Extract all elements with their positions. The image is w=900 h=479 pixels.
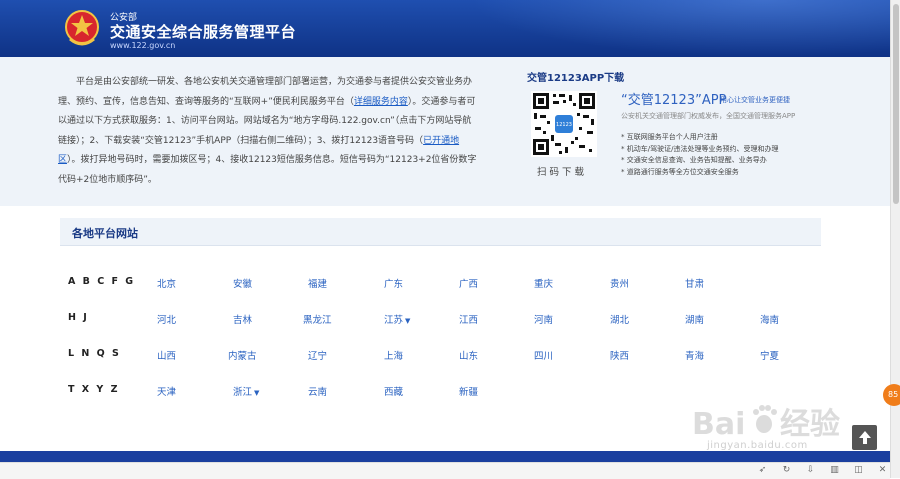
delete-icon[interactable]: ▥ [829, 465, 840, 475]
province-link-guizhou[interactable]: 贵州 [610, 276, 629, 290]
province-link-neimenggu[interactable]: 内蒙古 [228, 348, 257, 362]
province-link-jilin[interactable]: 吉林 [233, 312, 252, 326]
province-link-hebei[interactable]: 河北 [157, 312, 176, 326]
floating-counter-badge[interactable]: 85 [883, 384, 900, 406]
site-header: 公安部 交通安全综合服务管理平台 www.122.gov.cn [0, 0, 890, 57]
letter-group-txyz: T X Y Z [68, 384, 120, 395]
intro-text: 平台是由公安部统一研发、各地公安机关交通管理部门部署运营，为交通参与者提供公安交… [58, 73, 478, 190]
province-link-jiangsu[interactable]: 江苏 ▼ [384, 312, 410, 326]
police-emblem-icon [65, 10, 99, 46]
regions-section-header: 各地平台网站 [60, 218, 821, 246]
province-link-liaoning[interactable]: 辽宁 [308, 348, 327, 362]
province-link-sichuan[interactable]: 四川 [534, 348, 553, 362]
app-slogan: 用心让交管业务更便捷 [720, 96, 790, 104]
province-link-hubei[interactable]: 湖北 [610, 312, 629, 326]
province-link-hunan[interactable]: 湖南 [685, 312, 704, 326]
province-link-heilongjiang[interactable]: 黑龙江 [303, 312, 332, 326]
arrow-up-icon [858, 431, 871, 444]
letter-group-lnqs: L N Q S [68, 348, 121, 359]
province-link-gansu[interactable]: 甘肃 [685, 276, 704, 290]
site-url: www.122.gov.cn [110, 41, 176, 50]
zoom-icon[interactable]: ◫ [853, 465, 864, 475]
close-icon[interactable]: ✕ [877, 465, 888, 475]
download-icon[interactable]: ⇩ [805, 465, 816, 475]
regions-section-title: 各地平台网站 [72, 227, 138, 240]
app-feature-list: 互联网服务平台个人用户注册 机动车/驾驶证/违法处理等业务预约、受理和办理 交通… [621, 132, 779, 179]
app-feature-item: 交通安全信息查询、业务告知提醒、业务导办 [621, 155, 778, 167]
app-description: 公安机关交通管理部门权威发布，全国交通管理服务APP [621, 112, 796, 120]
vertical-scrollbar[interactable] [890, 0, 900, 478]
app-feature-item: 机动车/驾驶证/违法处理等业务预约、受理和办理 [621, 144, 779, 156]
scan-download-label: 扫码下载 [537, 167, 588, 178]
caret-down-icon: ▼ [405, 317, 411, 325]
province-link-fujian[interactable]: 福建 [308, 276, 327, 290]
letter-group-abcfg: A B C F G [68, 276, 136, 287]
province-link-shandong[interactable]: 山东 [459, 348, 478, 362]
province-link-jiangxi[interactable]: 江西 [459, 312, 478, 326]
province-link-shaanxi[interactable]: 陕西 [610, 348, 629, 362]
province-link-shanghai[interactable]: 上海 [384, 348, 403, 362]
back-to-top-button[interactable] [852, 425, 877, 450]
app-feature-item: 道路通行服务等全方位交通安全服务 [621, 167, 778, 179]
province-link-xinjiang[interactable]: 新疆 [459, 384, 478, 398]
province-link-yunnan[interactable]: 云南 [308, 384, 327, 398]
province-link-ningxia[interactable]: 宁夏 [760, 348, 779, 362]
rocket-icon[interactable]: ➶ [757, 465, 768, 475]
watermark-url: jingyan.baidu.com [707, 440, 808, 451]
province-link-qinghai[interactable]: 青海 [685, 348, 704, 362]
app-download-title: 交管12123APP下载 [527, 73, 625, 84]
svg-text:Bai: Bai [692, 407, 745, 442]
scrollbar-thumb[interactable] [893, 4, 899, 204]
province-link-shanxi[interactable]: 山西 [157, 348, 176, 362]
province-link-henan[interactable]: 河南 [534, 312, 553, 326]
intro-part-3: ）。拨打异地号码时，需要加拨区号；4、接收12123短信服务信息。短信号码为“1… [58, 155, 477, 185]
province-link-hainan[interactable]: 海南 [760, 312, 779, 326]
province-link-guangxi[interactable]: 广西 [459, 276, 478, 290]
province-link-anhui[interactable]: 安徽 [233, 276, 252, 290]
app-feature-item: 互联网服务平台个人用户注册 [621, 132, 778, 144]
province-link-xizang[interactable]: 西藏 [384, 384, 403, 398]
province-link-tianjin[interactable]: 天津 [157, 384, 176, 398]
province-label-zhejiang: 浙江 [233, 387, 253, 398]
province-label-jiangsu: 江苏 [384, 315, 404, 326]
detail-service-link[interactable]: 详细服务内容 [354, 97, 408, 107]
province-link-guangdong[interactable]: 广东 [384, 276, 403, 290]
letter-group-hj: H J [68, 312, 89, 323]
caret-down-icon: ▼ [254, 389, 260, 397]
qr-code-icon: 12123 [531, 91, 597, 157]
app-name: “交管12123”APP [621, 93, 727, 108]
province-link-beijing[interactable]: 北京 [157, 276, 176, 290]
province-link-chongqing[interactable]: 重庆 [534, 276, 553, 290]
site-title[interactable]: 交通安全综合服务管理平台 [110, 21, 296, 42]
refresh-icon[interactable]: ↻ [781, 465, 792, 475]
footer-bar [0, 451, 890, 462]
svg-text:12123: 12123 [556, 122, 572, 128]
svg-text:经验: 经验 [780, 407, 840, 442]
province-link-zhejiang[interactable]: 浙江 ▼ [233, 384, 259, 398]
